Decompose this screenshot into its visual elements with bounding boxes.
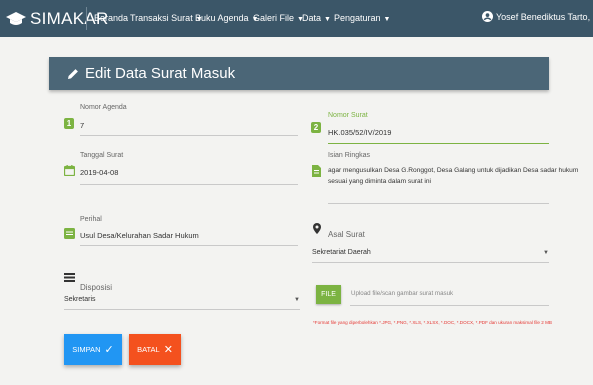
graduation-cap-icon	[6, 12, 26, 25]
save-button-label: SIMPAN	[72, 345, 101, 354]
form-title: Edit Data Surat Masuk	[85, 65, 236, 82]
nav-transaksi-surat[interactable]: Transaksi Surat ▼	[130, 13, 203, 23]
tanggal-surat-label: Tanggal Surat	[80, 152, 124, 159]
user-name: Yosef Benediktus Tarto, S.Pt	[496, 11, 593, 22]
upload-path-underline	[350, 305, 549, 306]
isian-ringkas-underline	[328, 203, 549, 204]
nav-transaksi-surat-label: Transaksi Surat	[130, 13, 193, 23]
nomor-surat-label: Nomor Surat	[328, 112, 368, 119]
nav-divider	[86, 7, 87, 30]
user-circle-icon	[482, 11, 493, 22]
disposisi-underline	[64, 309, 300, 310]
nav-buku-agenda[interactable]: Buku Agenda ▼	[195, 13, 259, 23]
nav-galeri-file-label: Galeri File	[253, 13, 295, 23]
calendar-icon	[64, 165, 75, 176]
close-icon: ✕	[163, 344, 173, 356]
cancel-button-label: BATAL	[137, 345, 160, 354]
map-marker-icon	[313, 223, 321, 234]
select-arrow-icon[interactable]: ▼	[543, 250, 549, 256]
caret-down-icon: ▼	[383, 16, 391, 23]
nav-beranda[interactable]: Beranda	[94, 13, 128, 23]
tanggal-surat-input[interactable]: 2019-04-08	[80, 168, 118, 177]
isian-ringkas-textarea[interactable]: agar mengusulkan Desa G.Ronggot, Desa Ga…	[328, 165, 579, 187]
save-button[interactable]: SIMPAN ✓	[64, 334, 122, 365]
cancel-button[interactable]: BATAL ✕	[129, 334, 181, 365]
tanggal-surat-underline	[80, 184, 298, 185]
nomor-agenda-input[interactable]: 7	[80, 121, 84, 130]
nav-pengaturan-label: Pengaturan	[334, 13, 381, 23]
disposisi-label: Disposisi	[80, 283, 113, 292]
asal-surat-underline	[312, 262, 549, 263]
file-button[interactable]: FILE	[316, 285, 341, 304]
check-icon: ✓	[104, 344, 114, 356]
disposisi-select[interactable]: Sekretaris	[64, 296, 96, 303]
top-navbar: SIMAKAR Beranda Transaksi Surat ▼ Buku Ag…	[0, 0, 593, 37]
list-icon	[64, 273, 75, 282]
perihal-underline	[80, 245, 298, 246]
perihal-label: Perihal	[80, 216, 102, 223]
nav-galeri-file[interactable]: Galeri File ▼	[253, 13, 304, 23]
select-arrow-icon[interactable]: ▼	[294, 297, 300, 303]
nomor-surat-underline	[328, 143, 549, 144]
message-icon	[64, 228, 75, 239]
document-icon	[312, 165, 321, 177]
isian-ringkas-line-2: sesuai yang diminta dalam surat ini	[328, 178, 431, 185]
nomor-agenda-label: Nomor Agenda	[80, 104, 127, 111]
number-two-icon: 2	[311, 122, 321, 133]
isian-ringkas-label: Isian Ringkas	[328, 152, 371, 159]
upload-path-input[interactable]: Upload file/scan gambar surat masuk	[351, 290, 453, 297]
number-one-icon: 1	[64, 118, 74, 129]
nomor-agenda-underline	[80, 135, 298, 136]
pencil-icon	[68, 68, 78, 79]
nav-pengaturan[interactable]: Pengaturan ▼	[334, 13, 390, 23]
asal-surat-select[interactable]: Sekretariat Daerah	[312, 249, 371, 256]
nav-buku-agenda-label: Buku Agenda	[195, 13, 249, 23]
caret-down-icon: ▼	[324, 16, 331, 23]
nav-beranda-label: Beranda	[94, 13, 129, 23]
perihal-input[interactable]: Usul Desa/Kelurahan Sadar Hukum	[80, 231, 199, 240]
nav-data[interactable]: Data ▼	[302, 13, 331, 23]
file-format-note: *Format file yang diperbolehkan *.JPG, *…	[313, 320, 552, 325]
nomor-surat-input[interactable]: HK.035/52/IV/2019	[328, 128, 391, 137]
isian-ringkas-line-1: agar mengusulkan Desa G.Ronggot, Desa Ga…	[328, 167, 579, 174]
form-header: Edit Data Surat Masuk	[49, 57, 549, 90]
asal-surat-label: Asal Surat	[328, 230, 365, 239]
nav-data-label: Data	[302, 13, 322, 23]
user-menu[interactable]: Yosef Benediktus Tarto, S.Pt▼	[482, 11, 593, 22]
